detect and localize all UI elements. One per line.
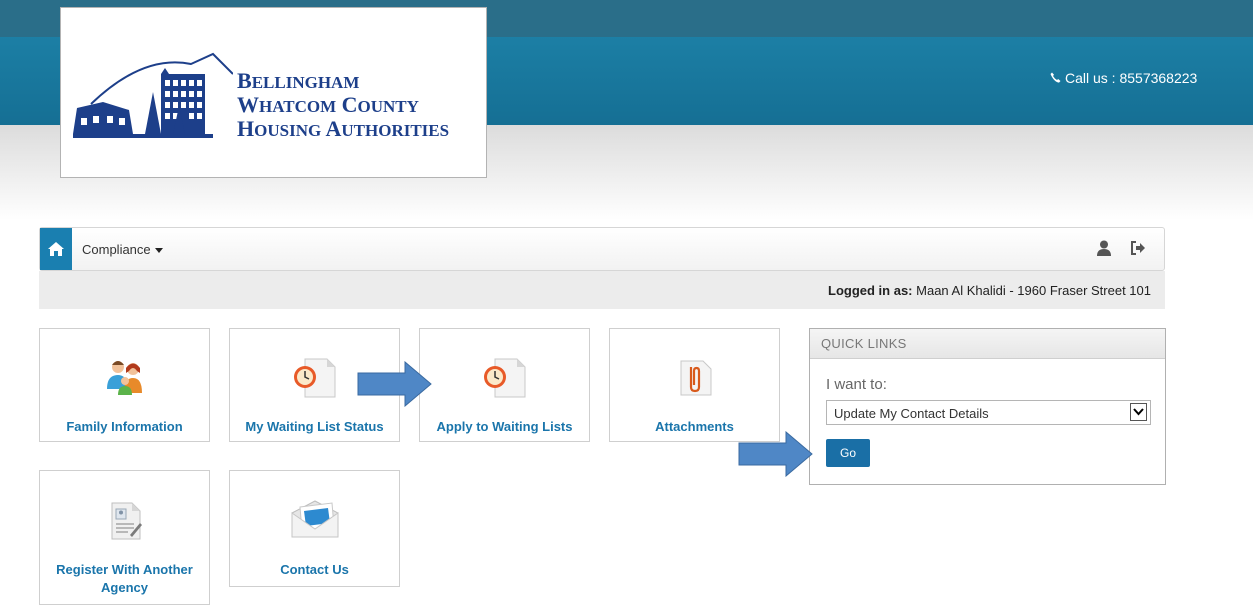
logo-line-3: HOUSING AUTHORITIES (237, 116, 450, 141)
tile-contact-us[interactable]: Contact Us (229, 470, 400, 587)
tile-contact-us-label: Contact Us (280, 562, 349, 577)
go-button[interactable]: Go (826, 439, 870, 467)
i-want-to-label: I want to: (826, 376, 887, 393)
tile-apply-to-waiting-lists[interactable]: Apply to Waiting Lists (419, 328, 590, 442)
logged-in-label: Logged in as: (828, 283, 913, 298)
logged-in-info: Logged in as: Maan Al Khalidi - 1960 Fra… (828, 283, 1151, 298)
paperclip-icon (680, 360, 711, 396)
main-navbar: Compliance (39, 227, 1165, 271)
arrow-to-apply-icon (357, 361, 432, 407)
arrow-to-go-icon (738, 431, 813, 477)
user-profile-button[interactable] (1097, 240, 1111, 261)
menu-compliance-label: Compliance (82, 242, 151, 257)
phone-icon (1050, 70, 1061, 86)
tile-family-information-label: Family Information (66, 419, 183, 434)
agency-logo[interactable]: BELLINGHAM WHATCOM COUNTY HOUSING AUTHOR… (60, 7, 487, 178)
tile-my-waiting-list-status-label: My Waiting List Status (245, 419, 384, 434)
home-icon (48, 242, 64, 256)
envelope-icon (291, 500, 338, 538)
sign-out-button[interactable] (1130, 240, 1146, 261)
logo-line-2: WHATCOM COUNTY (237, 92, 419, 117)
call-us: Call us : 8557368223 (1050, 70, 1197, 86)
tile-attachments[interactable]: Attachments (609, 328, 780, 442)
sign-out-icon (1131, 241, 1145, 255)
clock-document-icon (293, 358, 335, 398)
user-icon (1097, 240, 1111, 256)
menu-compliance[interactable]: Compliance (82, 242, 163, 257)
quick-links-select[interactable]: Update My Contact Details (826, 400, 1151, 425)
building-mountain-icon (73, 52, 233, 138)
family-icon (106, 361, 142, 395)
quick-links-title: QUICK LINKS (810, 329, 1165, 359)
logo-line-1: BELLINGHAM (237, 68, 360, 93)
caret-down-icon (154, 248, 163, 254)
quick-links-panel: QUICK LINKS I want to: Update My Contact… (809, 328, 1166, 485)
tile-register-with-another-agency[interactable]: Register With Another Agency (39, 470, 210, 605)
home-button[interactable] (40, 228, 72, 270)
register-form-icon (111, 502, 142, 540)
agency-name: BELLINGHAM WHATCOM COUNTY HOUSING AUTHOR… (237, 70, 449, 142)
tile-register-with-another-agency-label: Register With Another Agency (56, 562, 193, 595)
tile-family-information[interactable]: Family Information (39, 328, 210, 442)
quick-links-selected-value: Update My Contact Details (834, 406, 989, 421)
tile-apply-to-waiting-lists-label: Apply to Waiting Lists (436, 419, 573, 434)
call-us-text: Call us : 8557368223 (1065, 70, 1198, 86)
chevron-down-icon[interactable] (1130, 403, 1147, 421)
logged-in-bar: Logged in as: Maan Al Khalidi - 1960 Fra… (39, 271, 1165, 309)
clock-document-icon (483, 358, 525, 398)
logged-in-user: Maan Al Khalidi - 1960 Fraser Street 101 (916, 283, 1151, 298)
